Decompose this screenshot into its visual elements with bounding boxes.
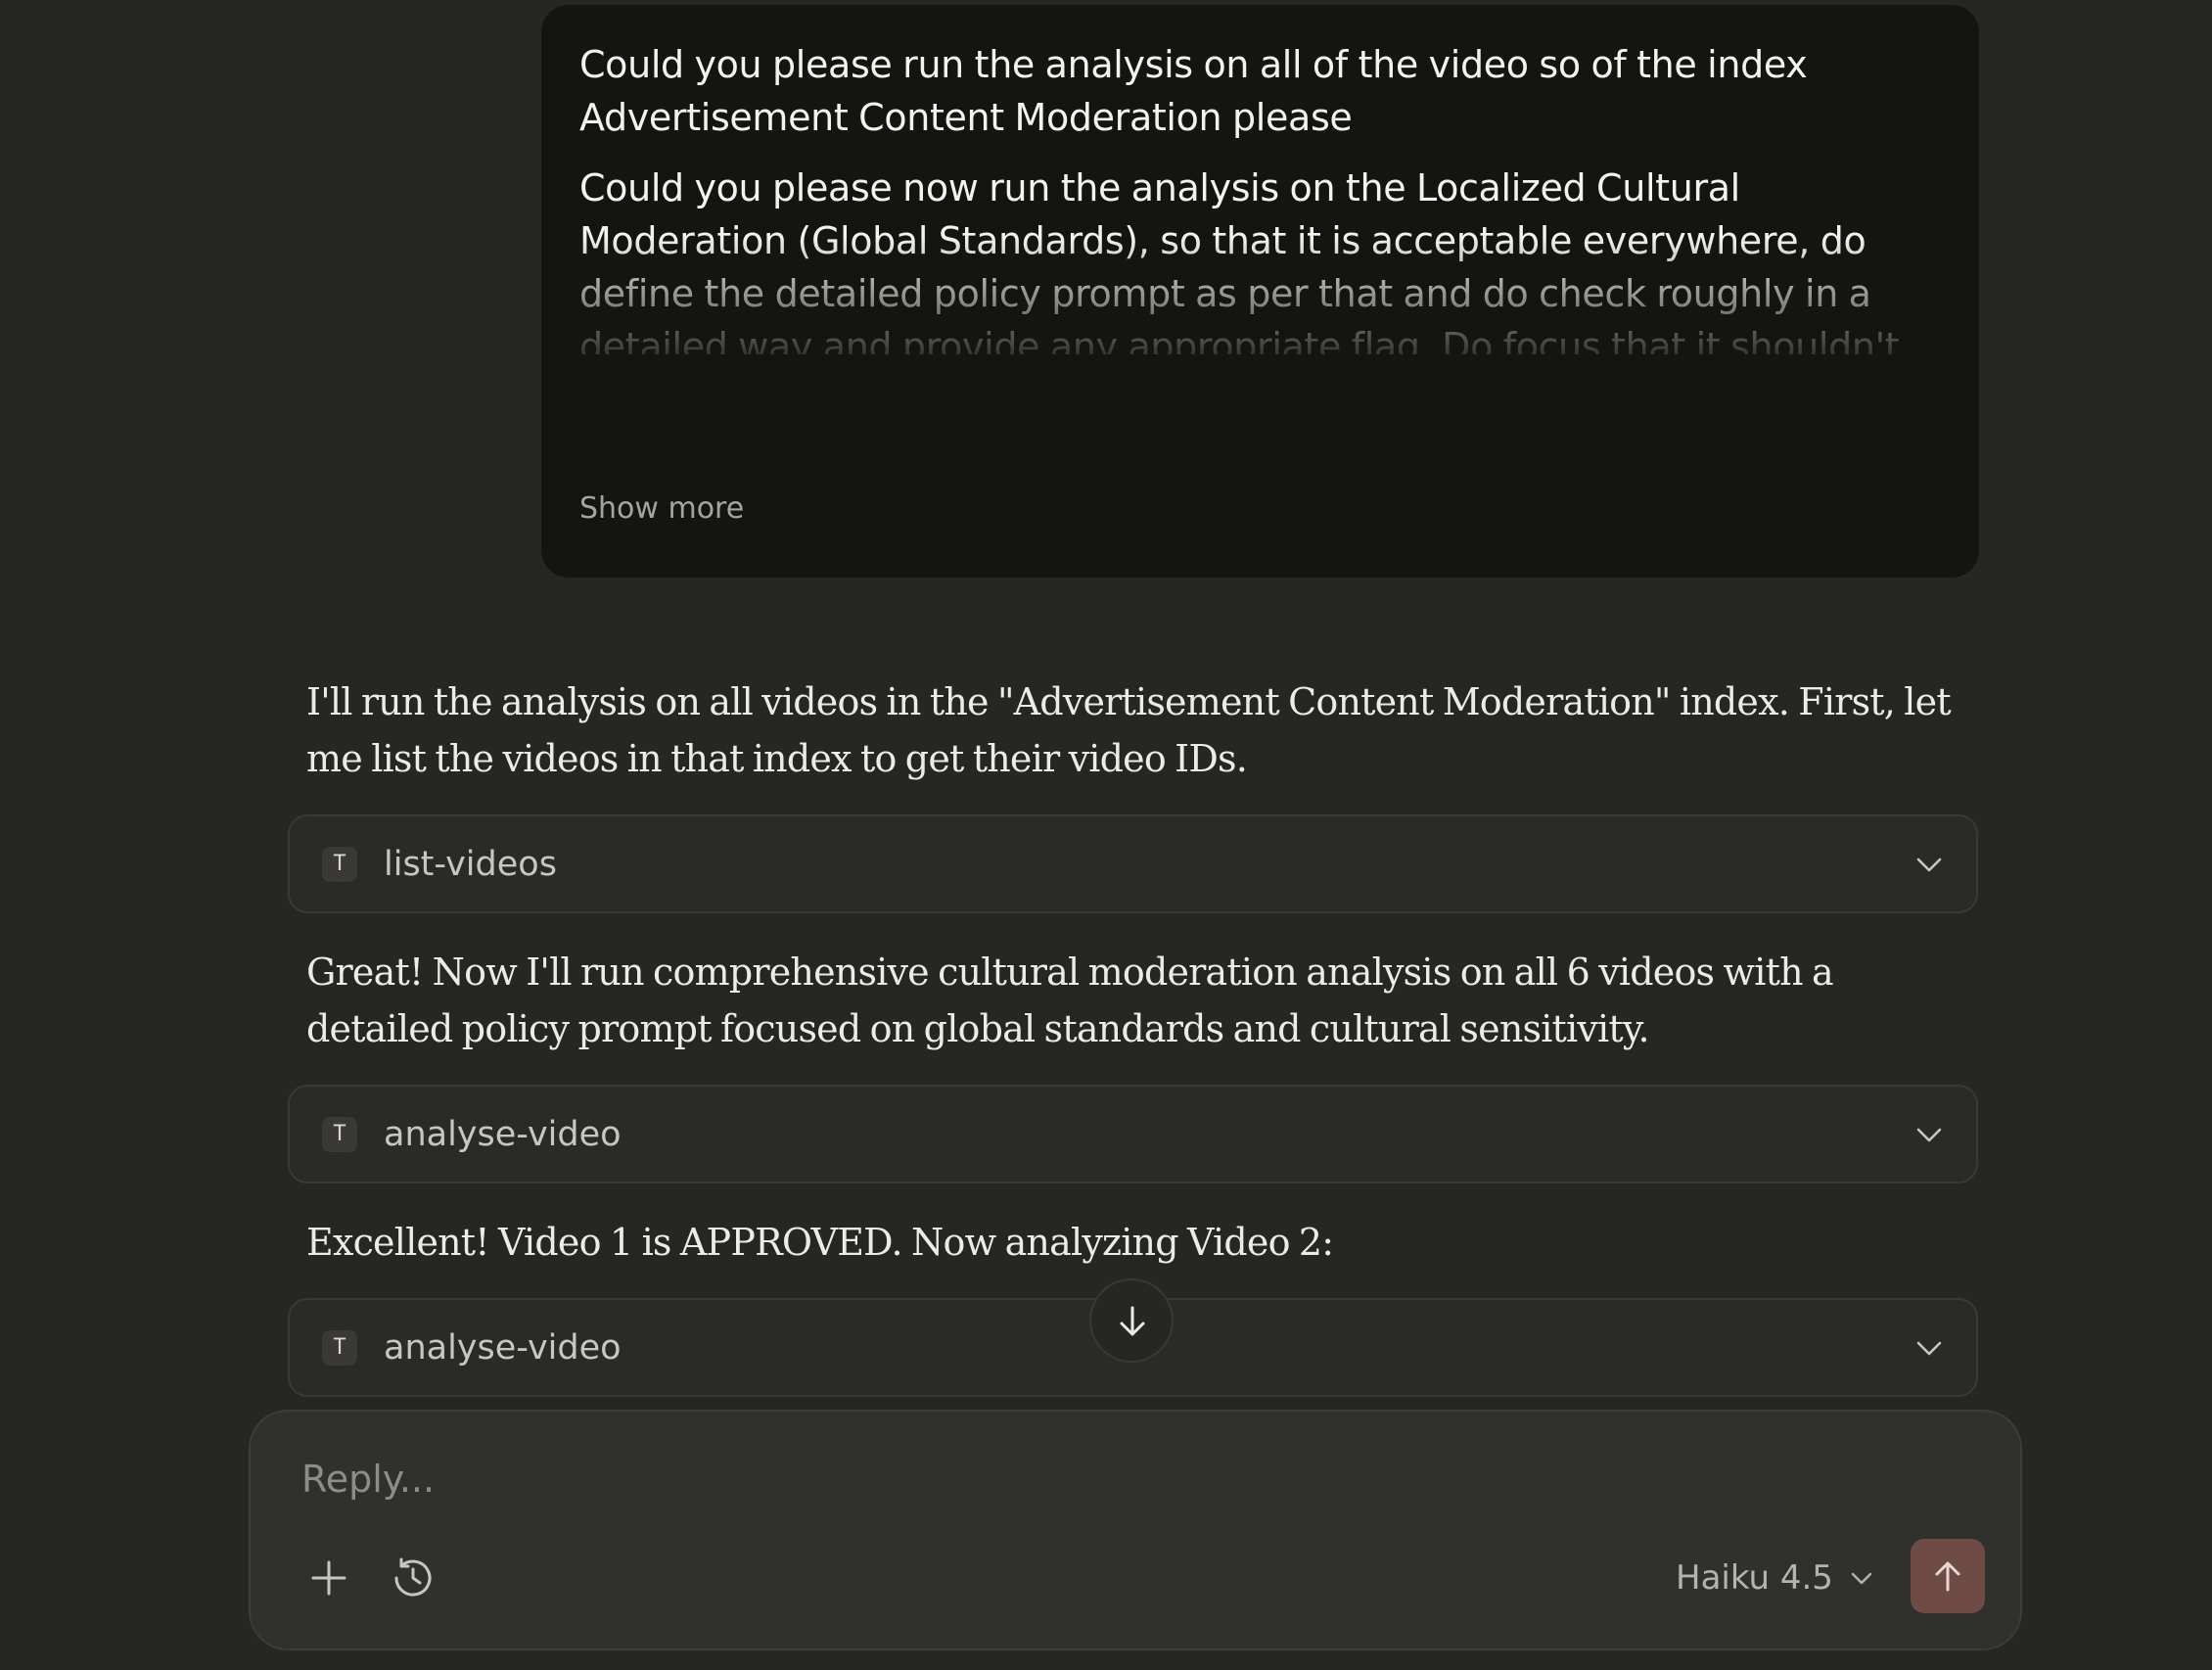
arrow-down-icon: [1120, 1306, 1145, 1336]
send-button[interactable]: [1911, 1539, 1985, 1613]
show-more-button[interactable]: Show more: [579, 491, 744, 526]
assistant-message: Excellent! Video 1 is APPROVED. Now anal…: [306, 1221, 1334, 1264]
user-message-content: Could you please run the analysis on all…: [579, 38, 1942, 354]
chat-view: Could you please run the analysis on all…: [0, 0, 2212, 1670]
composer: Haiku 4.5: [249, 1410, 2022, 1650]
tool-call-name: analyse-video: [384, 1115, 622, 1154]
user-message-bubble: Could you please run the analysis on all…: [541, 5, 1979, 578]
model-selector[interactable]: Haiku 4.5: [1676, 1554, 1876, 1602]
reply-input[interactable]: [300, 1451, 1869, 1508]
chevron-down-icon[interactable]: [1912, 847, 1947, 882]
model-label: Haiku 4.5: [1676, 1558, 1833, 1598]
arrow-up-icon: [1935, 1561, 1960, 1592]
tool-call-list-videos[interactable]: T list-videos: [288, 814, 1978, 913]
chevron-down-icon: [1851, 1572, 1872, 1584]
tool-call-analyse-video[interactable]: T analyse-video: [288, 1085, 1978, 1183]
clock-history-icon[interactable]: [386, 1551, 440, 1605]
user-message-paragraph: Could you please run the analysis on all…: [579, 43, 1808, 139]
tool-call-name: analyse-video: [384, 1328, 622, 1368]
scroll-to-bottom-button[interactable]: [1089, 1278, 1174, 1363]
text-tool-icon: T: [322, 1330, 357, 1366]
text-tool-icon: T: [322, 847, 357, 882]
chevron-down-icon[interactable]: [1912, 1330, 1947, 1366]
plus-icon[interactable]: [301, 1551, 356, 1605]
text-tool-icon: T: [322, 1117, 357, 1152]
assistant-message: I'll run the analysis on all videos in t…: [306, 680, 1952, 780]
user-message-paragraph: Could you please now run the analysis on…: [579, 166, 1900, 354]
tool-call-name: list-videos: [384, 845, 557, 884]
assistant-message: Great! Now I'll run comprehensive cultur…: [306, 951, 1834, 1050]
chevron-down-icon[interactable]: [1912, 1117, 1947, 1152]
